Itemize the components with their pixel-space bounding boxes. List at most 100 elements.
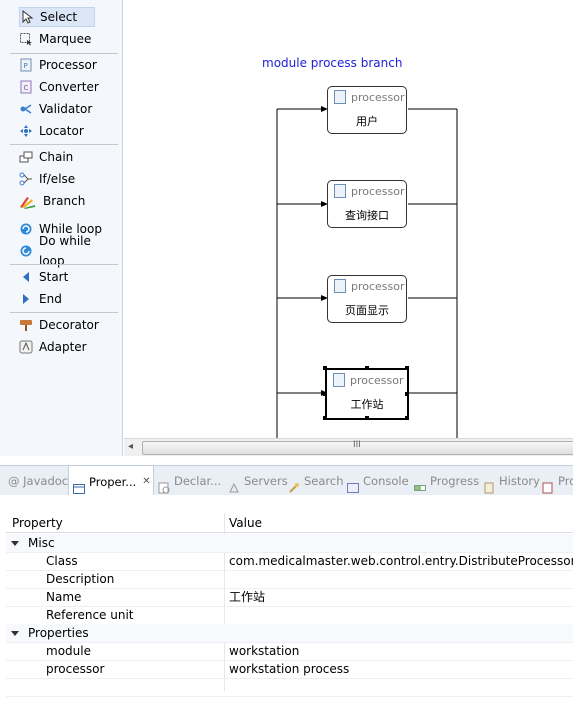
start-arrow-icon [19, 270, 33, 284]
tab-progress[interactable]: Progress [414, 466, 479, 496]
view-tab-bar: @ Javadoc Proper... ✕ Declar... Servers … [0, 465, 573, 497]
tab-console[interactable]: Console [347, 466, 409, 496]
palette-item-chain[interactable]: Chain [19, 147, 119, 167]
selection-handle[interactable] [323, 416, 327, 420]
selection-handle[interactable] [405, 366, 409, 370]
property-row[interactable]: Reference unit [6, 606, 573, 625]
palette-item-label: Adapter [39, 340, 87, 354]
property-value[interactable]: com.medicalmaster.web.control.entry.Dist… [229, 552, 573, 570]
node-type-label: processor [351, 90, 405, 104]
property-row[interactable]: Description [6, 570, 573, 589]
property-name: processor [46, 662, 105, 676]
svg-text:C: C [24, 84, 29, 92]
table-header-row: Property Value [6, 514, 573, 533]
properties-icon [73, 476, 85, 494]
canvas-horizontal-scrollbar[interactable]: ◂ III [124, 438, 573, 456]
palette-separator [10, 53, 118, 54]
close-icon[interactable]: ✕ [142, 467, 150, 497]
tab-declaration[interactable]: Declar... [158, 466, 221, 496]
palette-separator [10, 264, 118, 265]
collapse-triangle-icon[interactable] [11, 541, 19, 546]
tab-label: Declar... [174, 474, 222, 488]
collapse-triangle-icon[interactable] [11, 631, 19, 636]
tab-javadoc[interactable]: @ Javadoc [8, 466, 68, 496]
palette-item-label: Start [39, 270, 69, 284]
palette-item-locator[interactable]: Locator [19, 121, 119, 141]
locator-icon [19, 124, 33, 138]
selection-handle[interactable] [405, 392, 409, 396]
converter-icon: C [19, 80, 33, 94]
property-name: Description [46, 572, 115, 586]
palette-item-decorator[interactable]: Decorator [19, 315, 119, 335]
tab-history[interactable]: History [483, 466, 540, 496]
property-value[interactable]: 工作站 [229, 588, 265, 606]
search-icon [288, 475, 300, 493]
node-label: 工作站 [350, 398, 384, 411]
property-row[interactable]: module workstation [6, 642, 573, 661]
palette-item-adapter[interactable]: Adapter [19, 337, 119, 357]
palette-item-label: Processor [39, 58, 97, 72]
palette-item-label: End [39, 292, 62, 306]
palette-item-marquee[interactable]: Marquee [19, 29, 119, 49]
processor-icon [334, 184, 346, 198]
tab-label: Progress [430, 474, 480, 488]
node-label: 用户 [356, 115, 378, 128]
selection-handle[interactable] [405, 416, 409, 420]
palette-item-if-else[interactable]: If/else [19, 169, 119, 189]
tab-search[interactable]: Search [288, 466, 344, 496]
tab-properties[interactable]: Proper... ✕ [68, 466, 154, 497]
progress-icon [414, 475, 426, 491]
tab-problems[interactable]: Pro [542, 466, 573, 496]
category-row-properties[interactable]: Properties [6, 624, 573, 643]
processor-icon [333, 373, 345, 387]
palette-item-branch[interactable]: Branch [19, 191, 119, 211]
scroll-left-arrow-icon[interactable]: ◂ [128, 441, 133, 452]
palette-item-do-while-loop[interactable]: Do while loop [19, 234, 119, 268]
scrollbar-thumb[interactable]: III [142, 440, 573, 455]
palette-item-end[interactable]: End [19, 289, 119, 309]
palette-item-validator[interactable]: Validator [19, 99, 119, 119]
palette-item-select[interactable]: Select [19, 7, 95, 27]
selection-handle[interactable] [323, 392, 327, 396]
problems-icon [542, 475, 554, 494]
empty-row [6, 678, 573, 697]
adapter-icon [19, 340, 33, 354]
marquee-icon [19, 32, 33, 46]
property-value[interactable]: workstation [229, 642, 299, 660]
palette-item-start[interactable]: Start [19, 267, 119, 287]
processor-node-selected[interactable]: processor 工作站 [325, 368, 409, 420]
property-name: Name [46, 590, 82, 604]
property-value[interactable]: workstation process [229, 660, 349, 678]
tab-servers[interactable]: Servers [228, 466, 288, 496]
tool-palette: Select Marquee P Processor C Converter V… [0, 0, 123, 456]
property-row[interactable]: processor workstation process [6, 660, 573, 679]
decorator-icon [19, 318, 33, 332]
processor-node[interactable]: processor 页面显示 [327, 275, 407, 323]
selection-handle[interactable] [365, 366, 369, 370]
processor-node[interactable]: processor 用户 [327, 86, 407, 134]
svg-text:P: P [24, 62, 28, 70]
tab-label: Pro [558, 474, 573, 488]
tab-label: Proper... [89, 474, 137, 489]
node-label: 页面显示 [345, 304, 389, 317]
console-icon [347, 475, 359, 493]
property-row[interactable]: Name 工作站 [6, 588, 573, 607]
processor-node[interactable]: processor 查询接口 [327, 180, 407, 228]
palette-item-converter[interactable]: C Converter [19, 77, 119, 97]
tab-label: History [499, 474, 540, 488]
palette-item-processor[interactable]: P Processor [19, 55, 119, 75]
category-row-misc[interactable]: Misc [6, 534, 573, 553]
column-header-value[interactable]: Value [229, 514, 262, 532]
column-header-property[interactable]: Property [12, 514, 63, 532]
tab-label: Servers [244, 474, 288, 488]
processor-icon [334, 279, 346, 293]
node-type-label: processor [351, 279, 405, 293]
palette-item-label: Locator [39, 124, 84, 138]
property-row[interactable]: Class com.medicalmaster.web.control.entr… [6, 552, 573, 571]
tab-label: Search [304, 474, 344, 488]
selection-handle[interactable] [323, 366, 327, 370]
palette-item-label: Validator [39, 102, 93, 116]
processor-icon: P [19, 58, 33, 72]
selection-handle[interactable] [365, 416, 369, 420]
cursor-arrow-icon [20, 9, 34, 24]
